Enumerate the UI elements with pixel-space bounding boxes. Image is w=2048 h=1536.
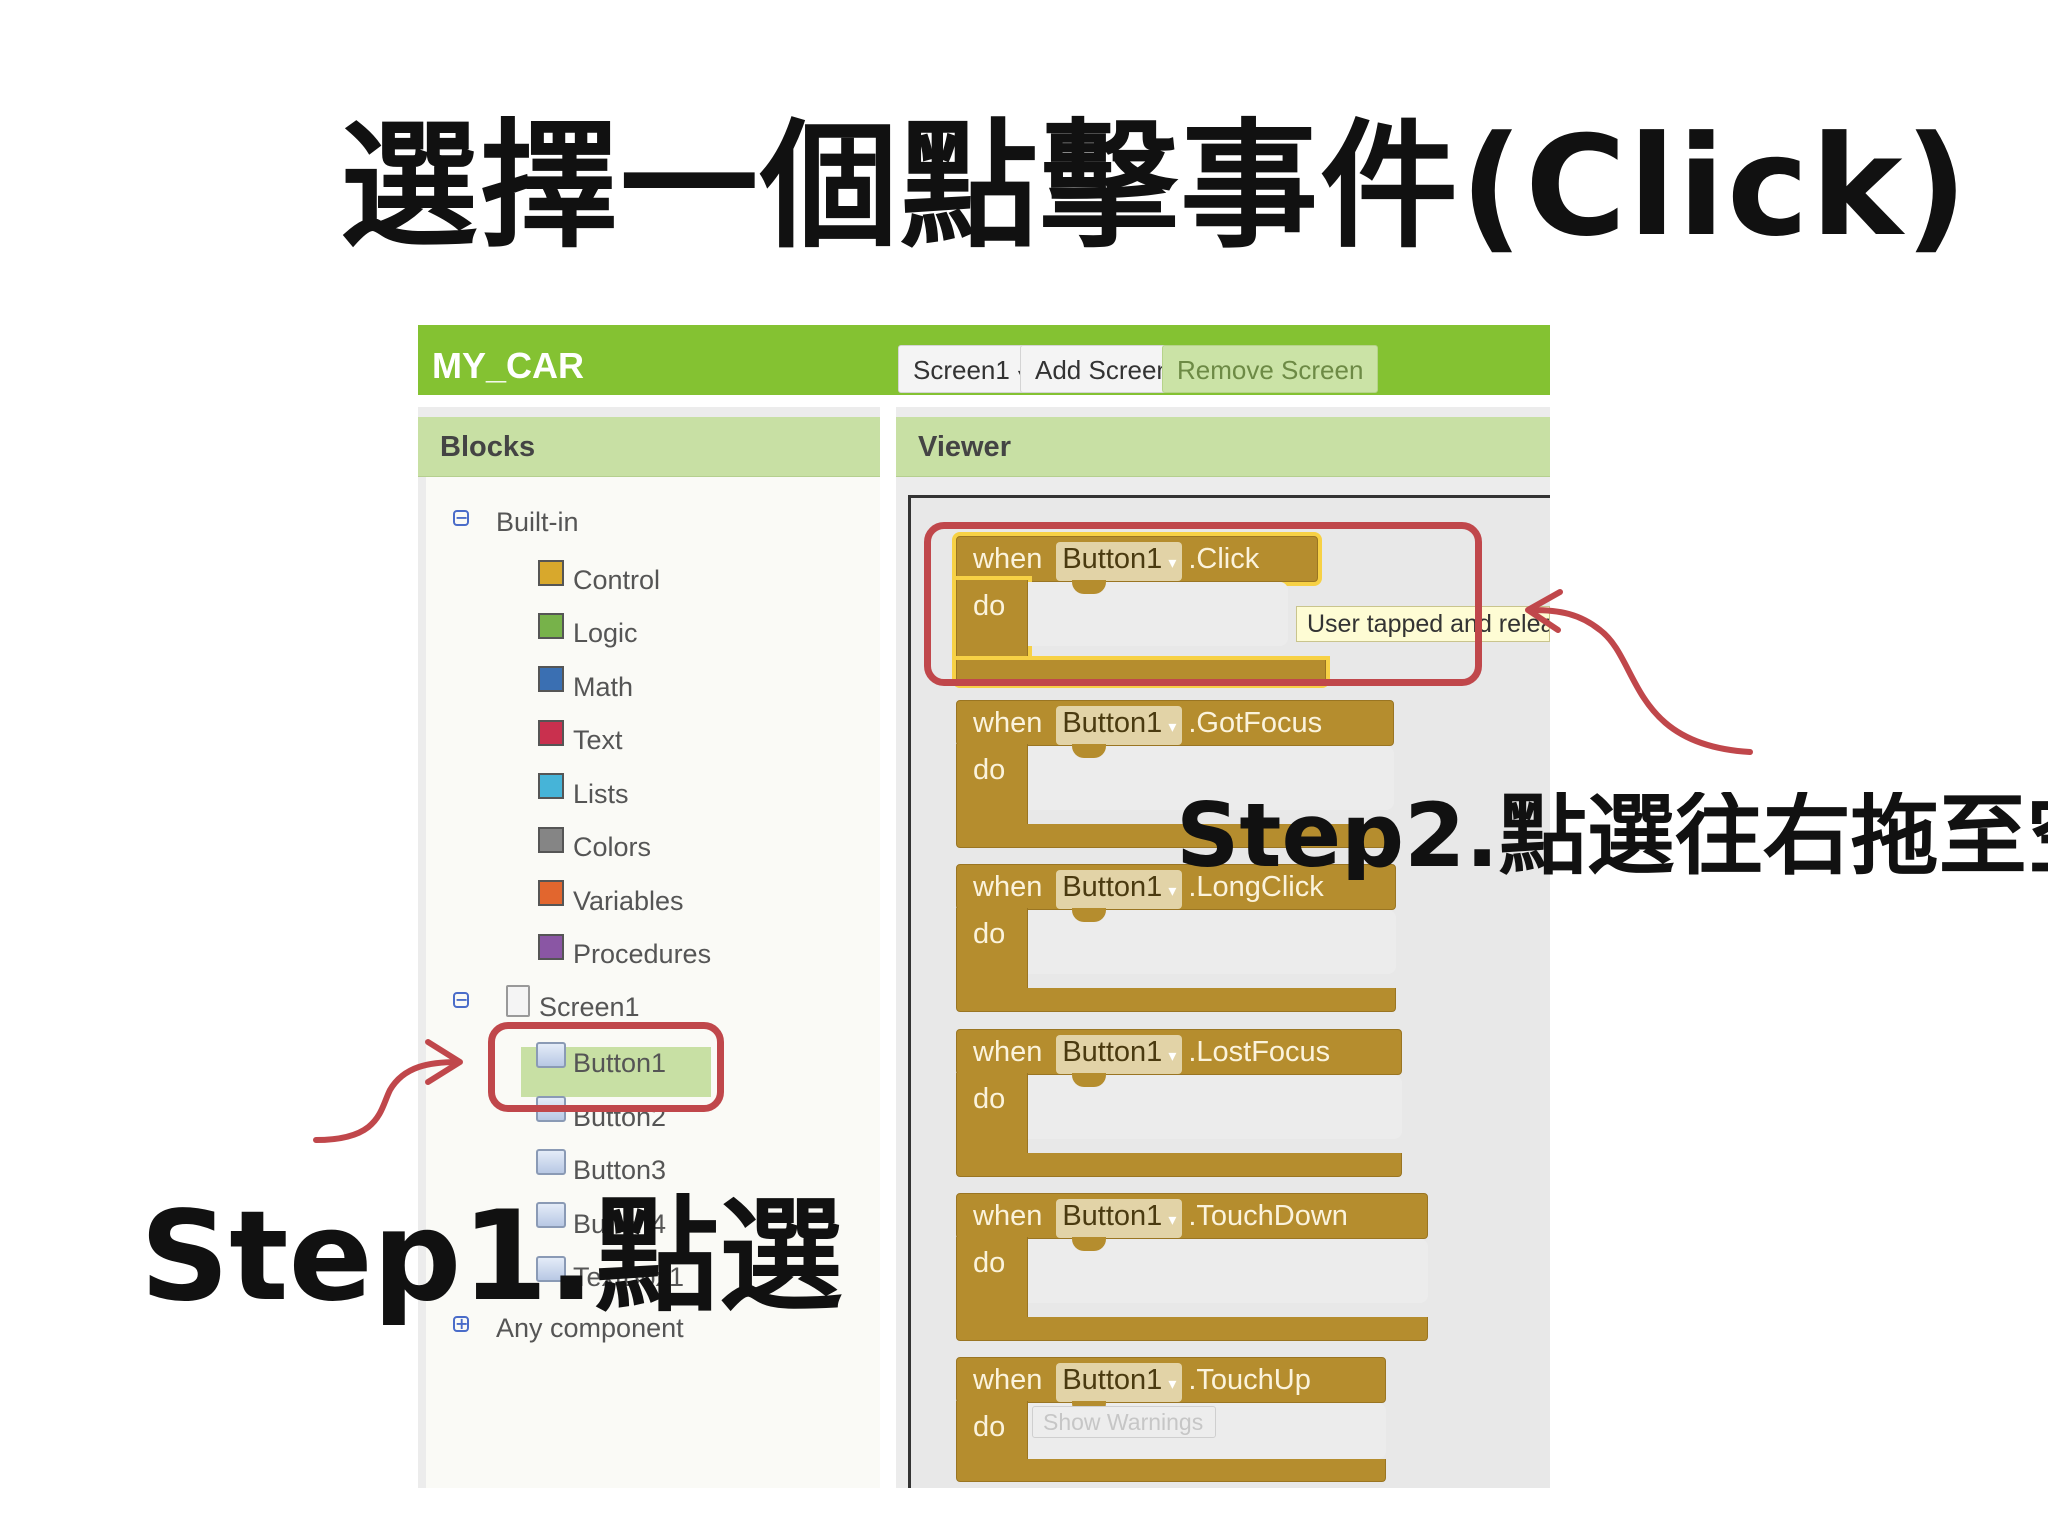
dropdown-caret-icon: ▾ — [1168, 719, 1177, 736]
button-component-icon — [536, 1149, 566, 1175]
component-dropdown[interactable]: Button1 ▾ — [1056, 870, 1183, 909]
colors-drawer-icon — [538, 827, 564, 853]
event-block-footer — [956, 1317, 1428, 1341]
tree-item-button3[interactable]: Button3 — [573, 1153, 666, 1187]
top-toolbar: MY_CAR Screen1▾ Add Screen ... Remove Sc… — [418, 325, 1550, 395]
event-block-footer — [956, 1459, 1386, 1482]
event-block-footer — [956, 988, 1396, 1012]
dropdown-caret-icon: ▾ — [1168, 1212, 1177, 1229]
event-name: .TouchDown — [1188, 1200, 1348, 1232]
slot-notch — [1072, 744, 1106, 758]
lists-drawer-icon — [538, 773, 564, 799]
tree-item-variables[interactable]: Variables — [573, 884, 684, 918]
do-keyword: do — [973, 1247, 1006, 1279]
tree-item-logic[interactable]: Logic — [573, 616, 638, 650]
component-dropdown-label: Button1 — [1062, 1200, 1163, 1232]
tree-item-colors[interactable]: Colors — [573, 830, 651, 864]
text-drawer-icon — [538, 720, 564, 746]
tree-item-procedures[interactable]: Procedures — [573, 937, 711, 971]
tree-screen1[interactable]: Screen1 — [539, 990, 640, 1024]
do-keyword: do — [973, 1083, 1006, 1115]
statement-slot — [1028, 1237, 1428, 1303]
event-name: .LostFocus — [1188, 1036, 1331, 1068]
do-keyword: do — [973, 754, 1006, 786]
slide-title: 選擇一個點擊事件(Click) — [340, 106, 1970, 267]
do-keyword: do — [973, 918, 1006, 950]
component-dropdown[interactable]: Button1 ▾ — [1056, 1035, 1183, 1074]
when-keyword: when — [973, 1036, 1043, 1068]
event-block-header: when Button1 ▾ .TouchDown — [956, 1193, 1428, 1239]
component-dropdown-label: Button1 — [1062, 707, 1163, 739]
screen-icon — [506, 985, 530, 1017]
tree-item-math[interactable]: Math — [573, 670, 633, 704]
do-keyword: do — [973, 1411, 1006, 1443]
logic-drawer-icon — [538, 613, 564, 639]
button1-highlight-box — [488, 1022, 724, 1112]
tree-item-text[interactable]: Text — [573, 723, 623, 757]
statement-slot — [1028, 908, 1396, 974]
builtin-toggle[interactable]: − — [453, 510, 469, 526]
slot-notch — [1072, 908, 1106, 922]
control-drawer-icon — [538, 560, 564, 586]
step1-label: Step1.點選 — [140, 1185, 843, 1329]
statement-slot — [1028, 1073, 1402, 1139]
when-keyword: when — [973, 1364, 1043, 1396]
tree-builtin[interactable]: Built-in — [496, 505, 579, 539]
step2-arrow — [1529, 607, 1753, 755]
click-event-highlight-box — [924, 522, 1482, 686]
component-dropdown[interactable]: Button1 ▾ — [1056, 706, 1183, 745]
component-dropdown-label: Button1 — [1062, 1364, 1163, 1396]
component-dropdown[interactable]: Button1 ▾ — [1056, 1199, 1183, 1238]
slot-notch — [1072, 1073, 1106, 1087]
when-keyword: when — [973, 1200, 1043, 1232]
step2-label: Step2.點選往右拖至空 — [1176, 792, 2048, 880]
event-block-body: do — [956, 1237, 1028, 1319]
component-dropdown[interactable]: Button1 ▾ — [1056, 1363, 1183, 1402]
math-drawer-icon — [538, 666, 564, 692]
screen-selector-label: Screen1 — [913, 355, 1010, 385]
event-block-header: when Button1 ▾ .GotFocus — [956, 700, 1394, 746]
event-name: .TouchUp — [1188, 1364, 1311, 1396]
procedures-drawer-icon — [538, 934, 564, 960]
variables-drawer-icon — [538, 880, 564, 906]
event-block-header: when Button1 ▾ .TouchUp — [956, 1357, 1386, 1403]
when-keyword: when — [973, 707, 1043, 739]
remove-screen-button[interactable]: Remove Screen — [1162, 345, 1379, 393]
when-keyword: when — [973, 871, 1043, 903]
dropdown-caret-icon: ▾ — [1168, 883, 1177, 900]
dropdown-caret-icon: ▾ — [1168, 1376, 1177, 1393]
viewer-panel-title: Viewer — [896, 417, 1550, 477]
project-name: MY_CAR — [432, 345, 585, 386]
blocks-panel-title: Blocks — [418, 417, 880, 477]
component-dropdown-label: Button1 — [1062, 1036, 1163, 1068]
show-warnings-button[interactable]: Show Warnings — [1032, 1406, 1216, 1438]
tree-item-lists[interactable]: Lists — [573, 777, 629, 811]
event-name: .GotFocus — [1188, 707, 1323, 739]
event-block-body: do — [956, 1073, 1028, 1155]
dropdown-caret-icon: ▾ — [1168, 1048, 1177, 1065]
event-block-header: when Button1 ▾ .LostFocus — [956, 1029, 1402, 1075]
screen1-toggle[interactable]: − — [453, 992, 469, 1008]
event-block-footer — [956, 1153, 1402, 1177]
slot-notch — [1072, 1237, 1106, 1251]
event-block-body: do — [956, 908, 1028, 990]
component-dropdown-label: Button1 — [1062, 871, 1163, 903]
tree-item-control[interactable]: Control — [573, 563, 660, 597]
event-block-body: do — [956, 744, 1028, 826]
